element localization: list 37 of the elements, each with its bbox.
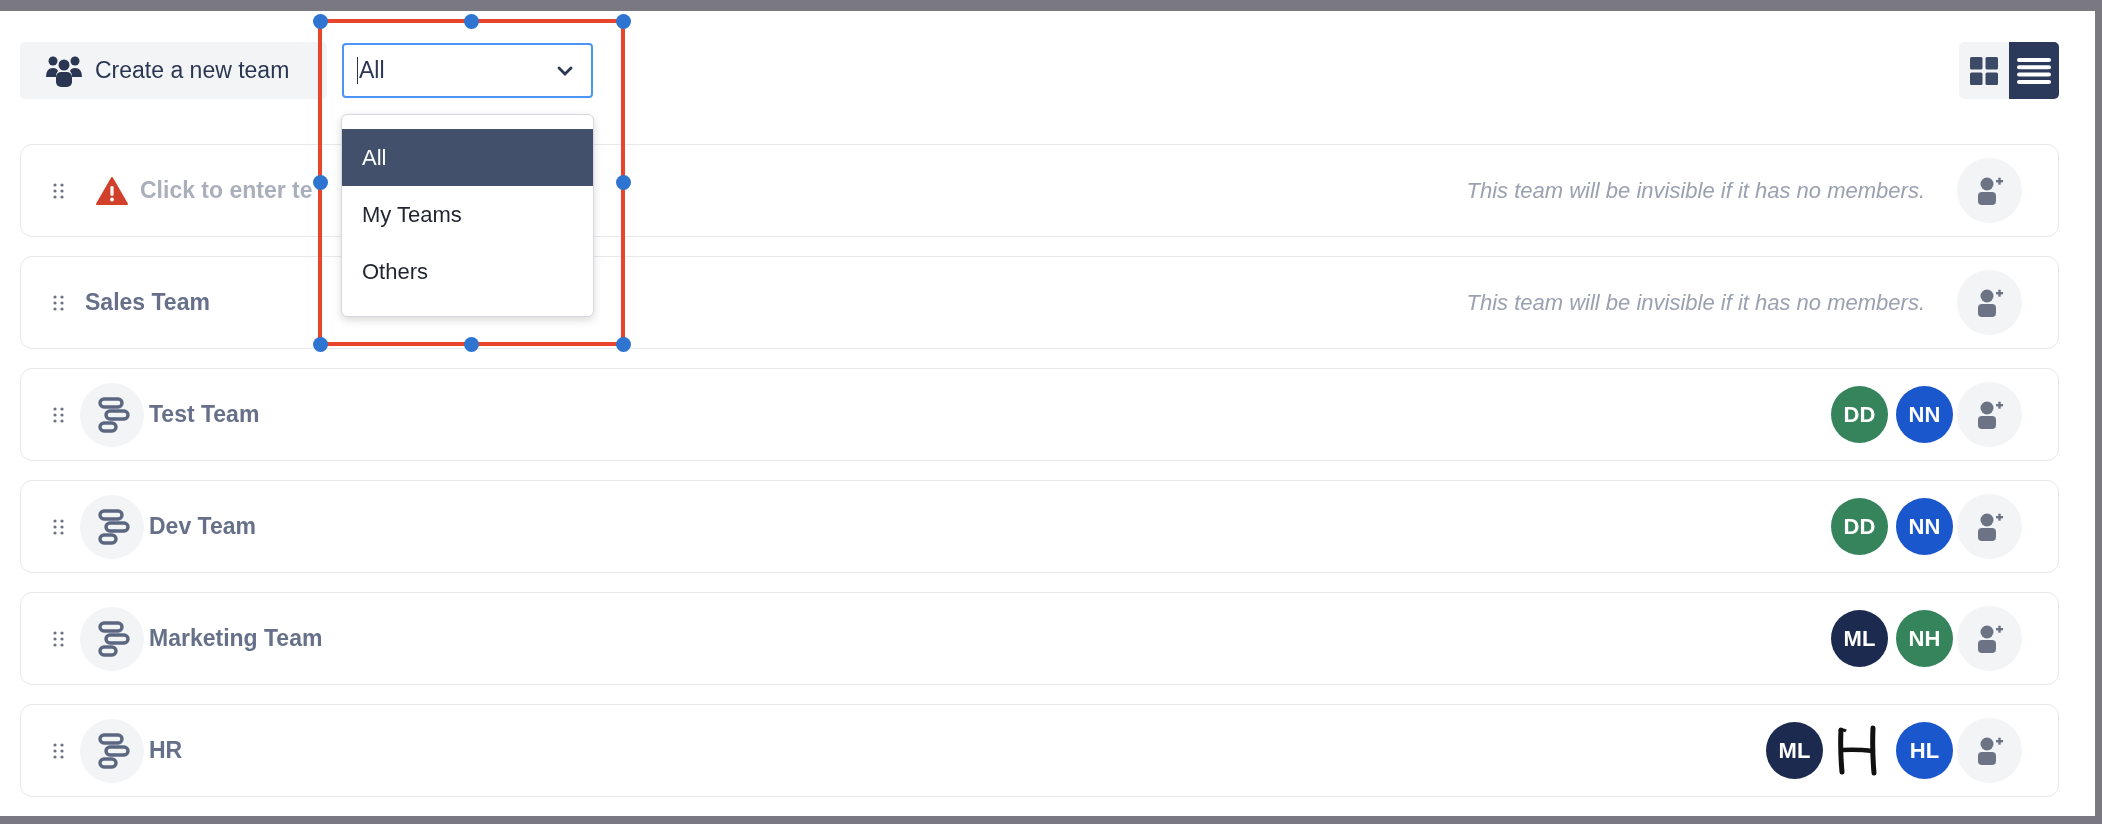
grid-view-button[interactable] (1959, 42, 2009, 99)
member-avatar[interactable]: ML (1766, 722, 1823, 779)
drag-handle-icon[interactable] (53, 182, 64, 199)
resize-handle[interactable] (615, 13, 631, 29)
team-name: Dev Team (149, 513, 256, 540)
member-avatar[interactable]: NN (1896, 386, 1953, 443)
member-avatar[interactable]: ML (1831, 610, 1888, 667)
chevron-down-icon (557, 65, 573, 76)
group-icon (45, 54, 83, 87)
list-icon (2017, 57, 2051, 84)
drag-handle-icon[interactable] (53, 406, 64, 423)
member-avatar[interactable]: DD (1831, 498, 1888, 555)
team-name-field[interactable]: Click to enter te (140, 177, 314, 204)
filter-select[interactable]: All (342, 43, 593, 98)
drag-handle-icon[interactable] (53, 742, 64, 759)
drag-handle-icon[interactable] (53, 294, 64, 311)
resize-handle[interactable] (464, 13, 479, 29)
team-name: HR (149, 737, 183, 764)
member-avatar[interactable]: HL (1896, 722, 1953, 779)
drag-handle-icon[interactable] (53, 518, 64, 535)
resize-handle[interactable] (312, 13, 328, 29)
drag-handle-icon[interactable] (53, 630, 64, 647)
team-note: This team will be invisible if it has no members. (1466, 177, 1925, 204)
create-team-button[interactable]: Create a new team (20, 42, 327, 99)
team-note: This team will be invisible if it has no members. (1466, 289, 1925, 316)
list-view-button[interactable] (2009, 42, 2059, 99)
dropdown-option[interactable]: All (342, 129, 593, 186)
member-avatar[interactable]: NH (1896, 610, 1953, 667)
grid-icon (1970, 56, 1998, 85)
dropdown-option[interactable]: My Teams (342, 186, 593, 243)
team-name: Sales Team (85, 289, 210, 316)
team-name: Test Team (149, 401, 260, 428)
member-avatar[interactable]: DD (1831, 386, 1888, 443)
dropdown-option[interactable]: Others (342, 243, 593, 300)
warning-icon (96, 176, 128, 205)
team-name: Marketing Team (149, 625, 323, 652)
member-avatar[interactable]: NN (1896, 498, 1953, 555)
